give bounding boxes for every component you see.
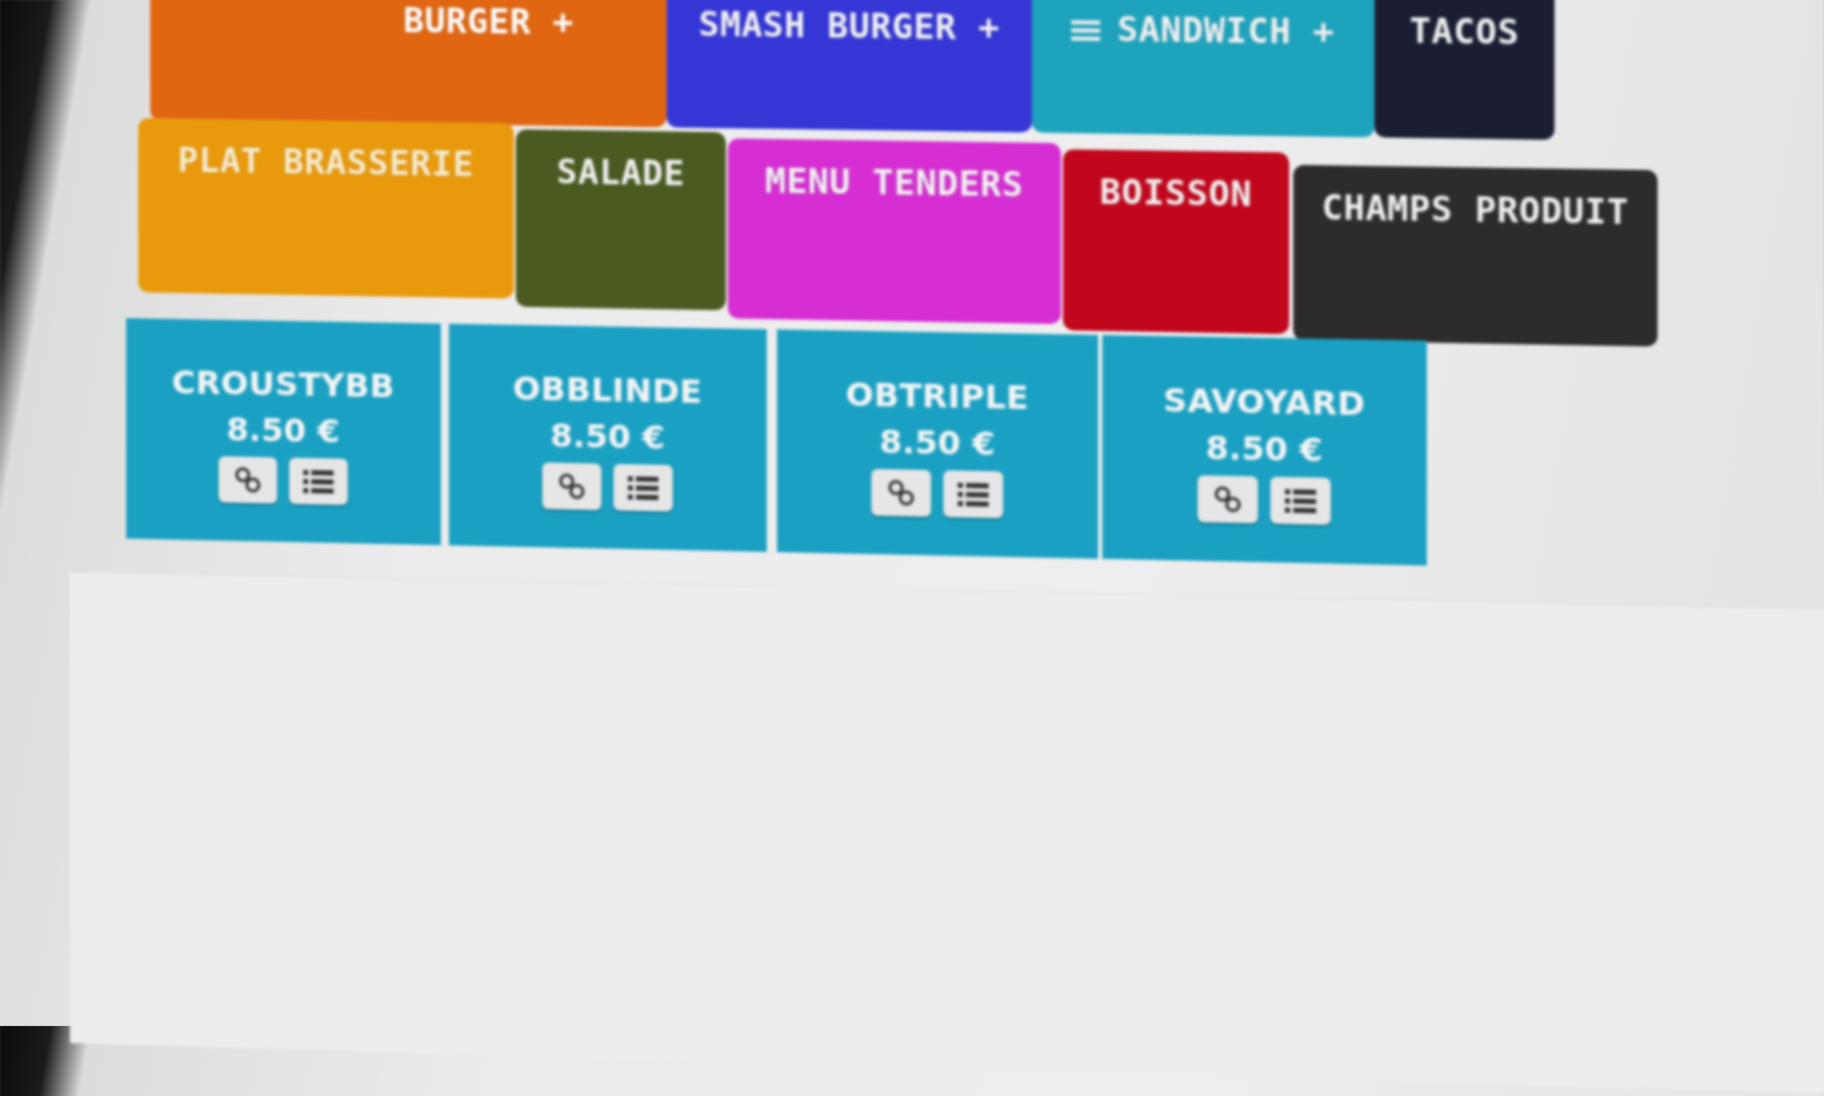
category-burger-label: BURGER +: [403, 0, 574, 44]
product-name: OBBLINDE: [512, 369, 703, 412]
category-salade-label: SALADE: [556, 152, 685, 195]
category-burger[interactable]: BURGER +: [150, 0, 667, 128]
product-price: 8.50 €: [879, 422, 996, 464]
link-icon[interactable]: [542, 462, 602, 511]
category-champs-produit[interactable]: CHAMPS PRODUIT: [1293, 164, 1658, 347]
category-smash-burger-label: SMASH BURGER +: [698, 4, 1000, 49]
list-icon[interactable]: [289, 457, 348, 505]
menu-lines-icon: [1071, 9, 1101, 50]
product-tile[interactable]: OBTRIPLE 8.50 €: [776, 329, 1099, 559]
pos-screen: BURGER + SMASH BURGER + SANDWICH + TACOS…: [0, 0, 1824, 1096]
product-tile[interactable]: SAVOYARD 8.50 €: [1102, 335, 1427, 566]
empty-content-area: [70, 571, 1824, 1096]
product-tile[interactable]: CROUSTYBB 8.50 €: [126, 318, 441, 546]
link-icon[interactable]: [1197, 475, 1258, 524]
category-champs-produit-label: CHAMPS PRODUIT: [1321, 187, 1629, 234]
list-icon[interactable]: [613, 463, 673, 512]
product-name: CROUSTYBB: [171, 363, 395, 406]
category-menu-tenders-label: MENU TENDERS: [764, 161, 1024, 206]
category-plat-brasserie-label: PLAT BRASSERIE: [177, 140, 475, 186]
product-price: 8.50 €: [226, 410, 340, 451]
category-tacos-label: TACOS: [1409, 11, 1520, 54]
link-icon[interactable]: [218, 456, 278, 504]
category-menu-tenders[interactable]: MENU TENDERS: [727, 138, 1061, 325]
category-sandwich-label: SANDWICH +: [1116, 9, 1335, 54]
category-smash-burger[interactable]: SMASH BURGER +: [666, 0, 1033, 133]
category-boisson-label: BOISSON: [1099, 172, 1253, 216]
product-price: 8.50 €: [1205, 428, 1323, 470]
product-name: OBTRIPLE: [845, 375, 1029, 418]
link-icon[interactable]: [871, 468, 931, 517]
list-icon[interactable]: [1270, 476, 1331, 525]
product-tile[interactable]: OBBLINDE 8.50 €: [448, 323, 767, 552]
list-icon[interactable]: [943, 470, 1004, 519]
product-price: 8.50 €: [550, 416, 665, 457]
category-plat-brasserie[interactable]: PLAT BRASSERIE: [138, 117, 514, 299]
category-salade[interactable]: SALADE: [515, 129, 726, 311]
category-tacos[interactable]: TACOS: [1374, 0, 1555, 140]
product-name: SAVOYARD: [1163, 380, 1366, 424]
category-sandwich[interactable]: SANDWICH +: [1032, 0, 1375, 138]
category-boisson[interactable]: BOISSON: [1063, 149, 1290, 335]
